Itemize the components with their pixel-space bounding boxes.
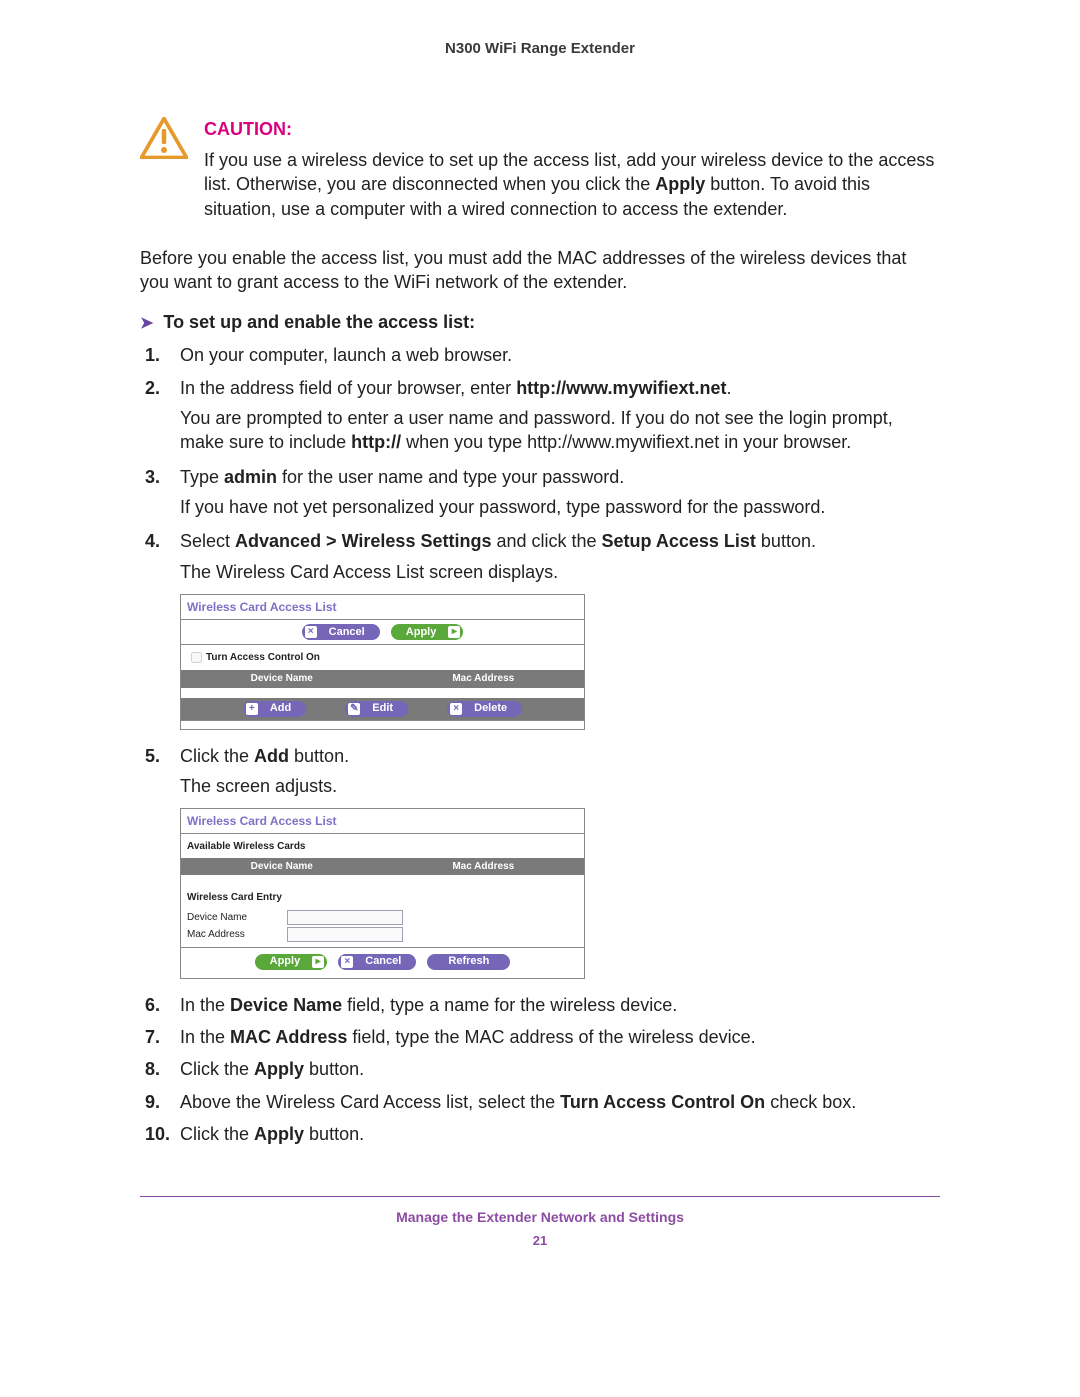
step-5: Click the Add button. The screen adjusts…	[175, 744, 940, 979]
ss1-table-header: Device Name Mac Address	[181, 670, 584, 688]
step-4-sub: The Wireless Card Access List screen dis…	[180, 560, 940, 584]
ss2-mac-row: Mac Address	[181, 926, 584, 943]
caution-heading: CAUTION:	[204, 119, 940, 140]
page-number: 21	[140, 1233, 940, 1248]
step-7: In the MAC Address field, type the MAC a…	[175, 1025, 940, 1049]
caution-icon	[140, 117, 194, 164]
step-2: In the address field of your browser, en…	[175, 376, 940, 455]
footer-text: Manage the Extender Network and Settings	[140, 1209, 940, 1225]
step-9: Above the Wireless Card Access list, sel…	[175, 1090, 940, 1114]
caution-text: If you use a wireless device to set up t…	[204, 148, 940, 221]
ss1-delete-button: ×Delete	[447, 701, 522, 717]
step-5-sub: The screen adjusts.	[180, 774, 940, 798]
ss2-device-name-row: Device Name	[181, 909, 584, 926]
steps-list: On your computer, launch a web browser. …	[140, 343, 940, 1146]
ss1-apply-button: Apply▸	[391, 624, 464, 640]
screenshot-access-list: Wireless Card Access List ×Cancel Apply▸…	[180, 594, 585, 730]
footer-rule	[140, 1196, 940, 1197]
step-8: Click the Apply button.	[175, 1057, 940, 1081]
ss2-entry-label: Wireless Card Entry	[181, 885, 584, 909]
step-6: In the Device Name field, type a name fo…	[175, 993, 940, 1017]
page-header: N300 WiFi Range Extender	[140, 40, 940, 57]
step-3-sub: If you have not yet personalized your pa…	[180, 495, 940, 519]
intro-text: Before you enable the access list, you m…	[140, 246, 940, 295]
ss2-available-label: Available Wireless Cards	[181, 834, 584, 858]
ss2-device-name-input	[287, 910, 403, 925]
step-1: On your computer, launch a web browser.	[175, 343, 940, 367]
ss1-cancel-button: ×Cancel	[302, 624, 380, 640]
task-heading: ➤ To set up and enable the access list:	[140, 312, 940, 333]
ss1-action-bar: +Add ✎Edit ×Delete	[181, 698, 584, 720]
ss2-table-header: Device Name Mac Address	[181, 858, 584, 876]
step-2-sub: You are prompted to enter a user name an…	[180, 406, 940, 455]
arrow-icon: ➤	[140, 313, 153, 333]
ss2-cancel-button: ×Cancel	[338, 954, 416, 970]
step-10: Click the Apply button.	[175, 1122, 940, 1146]
caution-block: CAUTION: If you use a wireless device to…	[140, 117, 940, 221]
ss2-apply-button: Apply▸	[255, 954, 328, 970]
ss2-mac-input	[287, 927, 403, 942]
step-4: Select Advanced > Wireless Settings and …	[175, 529, 940, 729]
ss2-title: Wireless Card Access List	[181, 809, 584, 833]
ss1-add-button: +Add	[243, 701, 306, 717]
step-3: Type admin for the user name and type yo…	[175, 465, 940, 520]
ss1-edit-button: ✎Edit	[345, 701, 408, 717]
ss2-refresh-button: Refresh	[427, 954, 510, 970]
ss1-checkbox: Turn Access Control On	[181, 645, 584, 670]
screenshot-card-entry: Wireless Card Access List Available Wire…	[180, 808, 585, 979]
ss1-title: Wireless Card Access List	[181, 595, 584, 619]
